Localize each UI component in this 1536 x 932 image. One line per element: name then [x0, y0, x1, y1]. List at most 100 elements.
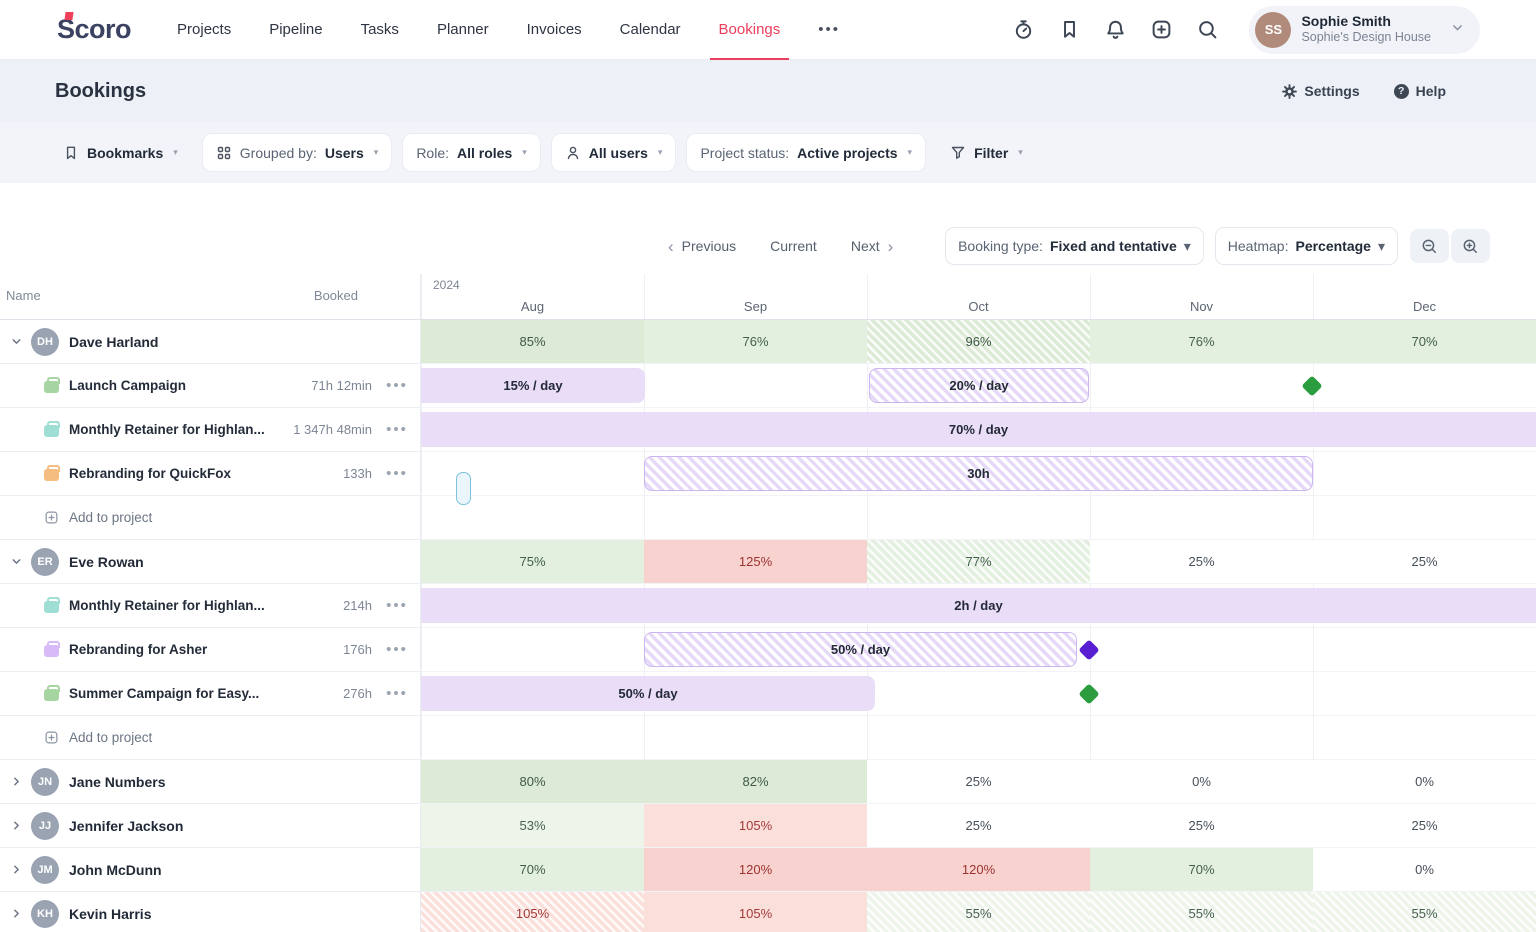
- nav-item-bookings[interactable]: Bookings: [719, 0, 781, 60]
- heatmap-cell[interactable]: 55%: [1090, 892, 1313, 932]
- timeline-cells[interactable]: 53%105%25%25%25%: [421, 804, 1536, 848]
- help-button[interactable]: ? Help: [1394, 83, 1446, 99]
- nav-item-pipeline[interactable]: Pipeline: [269, 0, 322, 60]
- previous-button[interactable]: ‹ Previous: [668, 238, 736, 255]
- project-name[interactable]: Launch Campaign: [69, 378, 311, 393]
- milestone-diamond-icon[interactable]: [1301, 375, 1322, 396]
- heatmap-cell[interactable]: 25%: [1090, 804, 1313, 847]
- heatmap-cell[interactable]: 55%: [1313, 892, 1536, 932]
- collapse-row-button[interactable]: [5, 331, 27, 353]
- heatmap-cell[interactable]: 96%: [867, 320, 1090, 363]
- project-name[interactable]: Rebranding for QuickFox: [69, 466, 343, 481]
- expand-row-button[interactable]: [5, 903, 27, 925]
- collapse-row-button[interactable]: [5, 551, 27, 573]
- all-users-dropdown[interactable]: All users▾: [552, 134, 676, 171]
- project-status-dropdown[interactable]: Project status:Active projects▾: [687, 134, 925, 171]
- heatmap-cell[interactable]: 0%: [1313, 848, 1536, 891]
- heatmap-cell[interactable]: 77%: [867, 540, 1090, 583]
- timeline-cells[interactable]: [421, 716, 1536, 760]
- heatmap-cell[interactable]: 120%: [644, 848, 867, 891]
- timeline-cells[interactable]: 105%105%55%55%55%: [421, 892, 1536, 932]
- project-name[interactable]: Monthly Retainer for Highlan...: [69, 422, 293, 437]
- project-name[interactable]: Monthly Retainer for Highlan...: [69, 598, 343, 613]
- heatmap-cell[interactable]: 70%: [421, 848, 644, 891]
- next-button[interactable]: Next ›: [851, 238, 893, 255]
- grouped-by-dropdown[interactable]: Grouped by:Users▾: [203, 134, 392, 171]
- heatmap-cell[interactable]: 70%: [1313, 320, 1536, 363]
- heatmap-cell[interactable]: 76%: [1090, 320, 1313, 363]
- bookmarks-dropdown[interactable]: Bookmarks▾: [50, 134, 191, 171]
- heatmap-cell[interactable]: 53%: [421, 804, 644, 847]
- heatmap-cell[interactable]: 25%: [1090, 540, 1313, 583]
- booking-bar[interactable]: 70% / day: [421, 412, 1536, 447]
- timeline-cells[interactable]: [421, 496, 1536, 540]
- booking-bar[interactable]: 20% / day: [869, 368, 1089, 403]
- project-more-button[interactable]: •••: [384, 421, 410, 438]
- project-more-button[interactable]: •••: [384, 377, 410, 394]
- timeline-cells[interactable]: 30h: [421, 452, 1536, 496]
- nav-item-invoices[interactable]: Invoices: [527, 0, 582, 60]
- expand-row-button[interactable]: [5, 771, 27, 793]
- timeline-cells[interactable]: 2h / day: [421, 584, 1536, 628]
- search-button[interactable]: [1195, 18, 1219, 42]
- timeline-cells[interactable]: 70% / day: [421, 408, 1536, 452]
- booking-bar[interactable]: 50% / day: [644, 632, 1077, 667]
- project-more-button[interactable]: •••: [384, 641, 410, 658]
- settings-button[interactable]: Settings: [1282, 83, 1359, 99]
- heatmap-cell[interactable]: 105%: [644, 892, 867, 932]
- heatmap-cell[interactable]: 25%: [1313, 804, 1536, 847]
- scoro-logo[interactable]: Scoro: [55, 14, 131, 45]
- nav-item-tasks[interactable]: Tasks: [361, 0, 399, 60]
- add-button[interactable]: [1149, 18, 1173, 42]
- current-button[interactable]: Current: [770, 238, 817, 254]
- heatmap-cell[interactable]: 0%: [1090, 760, 1313, 803]
- timeline-cells[interactable]: 85%76%96%76%70%: [421, 320, 1536, 364]
- user-menu[interactable]: SS Sophie Smith Sophie's Design House: [1249, 6, 1480, 54]
- heatmap-cell[interactable]: 25%: [867, 804, 1090, 847]
- heatmap-cell[interactable]: 76%: [644, 320, 867, 363]
- filter-dropdown[interactable]: Filter▾: [937, 134, 1036, 171]
- role-dropdown[interactable]: Role:All roles▾: [403, 134, 539, 171]
- expand-row-button[interactable]: [5, 815, 27, 837]
- timeline-cells[interactable]: 75%125%77%25%25%: [421, 540, 1536, 584]
- milestone-diamond-icon[interactable]: [1078, 639, 1099, 660]
- nav-item-calendar[interactable]: Calendar: [620, 0, 681, 60]
- heatmap-cell[interactable]: 120%: [867, 848, 1090, 891]
- heatmap-cell[interactable]: 75%: [421, 540, 644, 583]
- timeline-cells[interactable]: 80%82%25%0%0%: [421, 760, 1536, 804]
- heatmap-cell[interactable]: 82%: [644, 760, 867, 803]
- booking-bar[interactable]: 15% / day: [421, 368, 645, 403]
- booking-type-dropdown[interactable]: Booking type: Fixed and tentative ▾: [946, 228, 1203, 264]
- project-more-button[interactable]: •••: [384, 465, 410, 482]
- heatmap-cell[interactable]: 105%: [421, 892, 644, 932]
- heatmap-cell[interactable]: 85%: [421, 320, 644, 363]
- heatmap-cell[interactable]: 70%: [1090, 848, 1313, 891]
- heatmap-cell[interactable]: 105%: [644, 804, 867, 847]
- new-booking-marker[interactable]: [456, 472, 471, 505]
- heatmap-cell[interactable]: 80%: [421, 760, 644, 803]
- heatmap-cell[interactable]: 125%: [644, 540, 867, 583]
- zoom-in-button[interactable]: [1451, 229, 1490, 263]
- nav-more-button[interactable]: •••: [818, 21, 840, 38]
- timeline-cells[interactable]: 50% / day: [421, 628, 1536, 672]
- timeline-cells[interactable]: 15% / day 20% / day: [421, 364, 1536, 408]
- project-more-button[interactable]: •••: [384, 597, 410, 614]
- heatmap-cell[interactable]: 55%: [867, 892, 1090, 932]
- expand-row-button[interactable]: [5, 859, 27, 881]
- timeline-cells[interactable]: 70%120%120%70%0%: [421, 848, 1536, 892]
- zoom-out-button[interactable]: [1410, 229, 1449, 263]
- booking-bar[interactable]: 30h: [644, 456, 1313, 491]
- nav-item-projects[interactable]: Projects: [177, 0, 231, 60]
- bookmark-button[interactable]: [1057, 18, 1081, 42]
- add-to-project-button[interactable]: Add to project: [69, 510, 152, 525]
- booking-bar[interactable]: 50% / day: [421, 676, 875, 711]
- booking-bar[interactable]: 2h / day: [421, 588, 1536, 623]
- timeline-cells[interactable]: 50% / day: [421, 672, 1536, 716]
- add-to-project-button[interactable]: Add to project: [69, 730, 152, 745]
- heatmap-cell[interactable]: 25%: [1313, 540, 1536, 583]
- heatmap-cell[interactable]: 25%: [867, 760, 1090, 803]
- project-name[interactable]: Summer Campaign for Easy...: [69, 686, 343, 701]
- nav-item-planner[interactable]: Planner: [437, 0, 489, 60]
- project-name[interactable]: Rebranding for Asher: [69, 642, 343, 657]
- heatmap-cell[interactable]: 0%: [1313, 760, 1536, 803]
